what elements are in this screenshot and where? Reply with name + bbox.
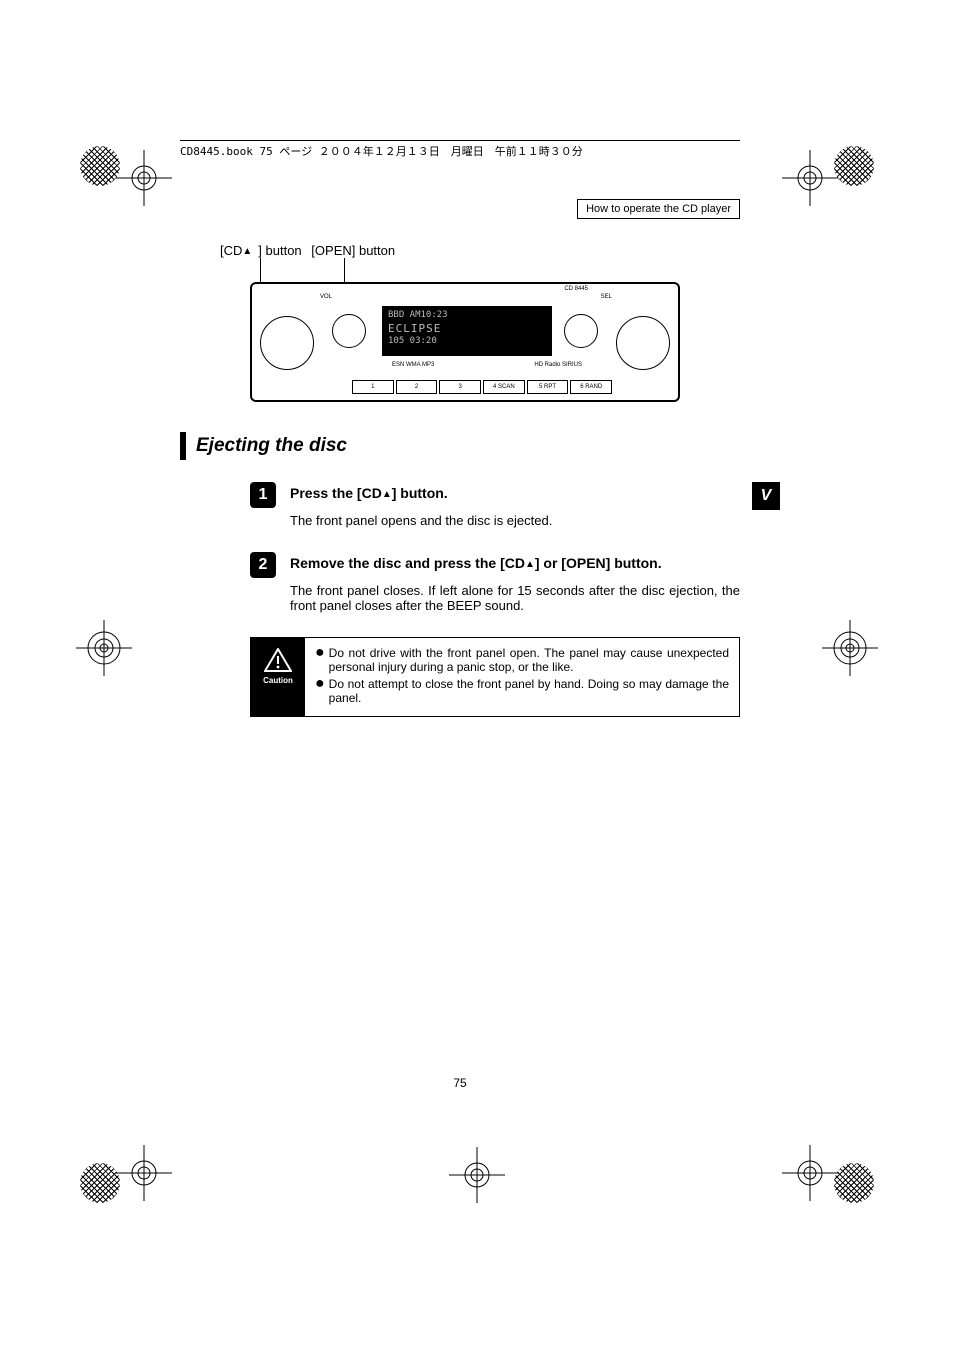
step-1-text: The front panel opens and the disc is ej… <box>290 513 740 528</box>
vol-label: VOL <box>320 294 332 300</box>
caution-item-2: ● Do not attempt to close the front pane… <box>315 677 729 705</box>
warning-icon <box>264 648 292 672</box>
step-2-text: The front panel closes. If left alone fo… <box>290 583 740 613</box>
sel-label: SEL <box>601 294 612 300</box>
left-knob-icon <box>260 316 314 370</box>
eject-icon: ▲ <box>525 559 535 570</box>
registration-mark <box>116 150 172 206</box>
step-2: 2 Remove the disc and press the [CD▲] or… <box>180 552 740 629</box>
screen-line-3: 105 03:20 <box>388 336 546 348</box>
crop-ornament <box>834 146 874 186</box>
eject-icon: ▲ <box>242 246 252 257</box>
left-small-knob-icon <box>332 314 366 348</box>
registration-mark <box>76 620 132 676</box>
bullet-icon: ● <box>315 646 325 674</box>
crop-ornament <box>80 1163 120 1203</box>
header-metadata: CD8445.book 75 ページ ２００４年１２月１３日 月曜日 午前１１時… <box>180 140 740 159</box>
bullet-icon: ● <box>315 677 325 705</box>
preset-3: 3 <box>439 380 481 394</box>
caution-item-2-text: Do not attempt to close the front panel … <box>329 677 729 705</box>
caution-box: Caution ● Do not drive with the front pa… <box>250 637 740 717</box>
right-knob-icon <box>616 316 670 370</box>
step-2-title-pre: Remove the disc and press the [CD <box>290 555 525 571</box>
display-screen: BBD AM10:23 ECLIPSE 105 03:20 <box>382 306 552 356</box>
step-number-2: 2 <box>250 552 276 578</box>
step-1-title-post: ] button. <box>392 485 448 501</box>
registration-mark <box>449 1147 505 1203</box>
section-heading: Ejecting the disc <box>180 432 740 460</box>
model-label: CD 8445 <box>564 286 588 292</box>
open-button-label: [OPEN] button <box>311 243 395 258</box>
registration-mark <box>822 620 878 676</box>
step-1-title-pre: Press the [CD <box>290 485 382 501</box>
callout-lines <box>180 258 740 282</box>
caution-body: ● Do not drive with the front panel open… <box>305 638 739 716</box>
preset-5: 5 RPT <box>527 380 569 394</box>
cd-eject-label: [CD▲] button <box>220 243 302 258</box>
step-2-title-post: ] or [OPEN] button. <box>535 555 662 571</box>
callout-labels: [CD▲] button [OPEN] button <box>220 243 740 258</box>
brand-label-2: HD Radio SIRIUS <box>534 362 582 368</box>
step-number-1: 1 <box>250 482 276 508</box>
step-1: 1 Press the [CD▲] button. The front pane… <box>180 482 740 544</box>
caution-text: Caution <box>263 676 293 685</box>
screen-line-1: BBD AM10:23 <box>388 310 546 322</box>
eject-icon: ▲ <box>382 489 392 500</box>
registration-mark <box>782 150 838 206</box>
registration-mark <box>782 1145 838 1201</box>
step-2-title: Remove the disc and press the [CD▲] or [… <box>290 555 740 571</box>
device-illustration: VOL SEL CD 8445 BBD AM10:23 ECLIPSE 105 … <box>250 282 680 402</box>
right-small-knob-icon <box>564 314 598 348</box>
preset-6: 6 RAND <box>570 380 612 394</box>
brand-label-1: ESN WMA MP3 <box>392 362 434 368</box>
crop-ornament <box>80 146 120 186</box>
preset-1: 1 <box>352 380 394 394</box>
preset-buttons: 1 2 3 4 SCAN 5 RPT 6 RAND <box>352 380 612 394</box>
preset-2: 2 <box>396 380 438 394</box>
caution-item-1-text: Do not drive with the front panel open. … <box>329 646 729 674</box>
chapter-tab: V <box>752 482 780 510</box>
page-number: 75 <box>180 1076 740 1090</box>
registration-mark <box>116 1145 172 1201</box>
caution-label: Caution <box>251 638 305 716</box>
step-1-title: Press the [CD▲] button. <box>290 485 740 501</box>
caution-item-1: ● Do not drive with the front panel open… <box>315 646 729 674</box>
crop-ornament <box>834 1163 874 1203</box>
screen-line-2: ECLIPSE <box>388 322 546 336</box>
section-header: How to operate the CD player <box>577 199 740 219</box>
preset-4: 4 SCAN <box>483 380 525 394</box>
